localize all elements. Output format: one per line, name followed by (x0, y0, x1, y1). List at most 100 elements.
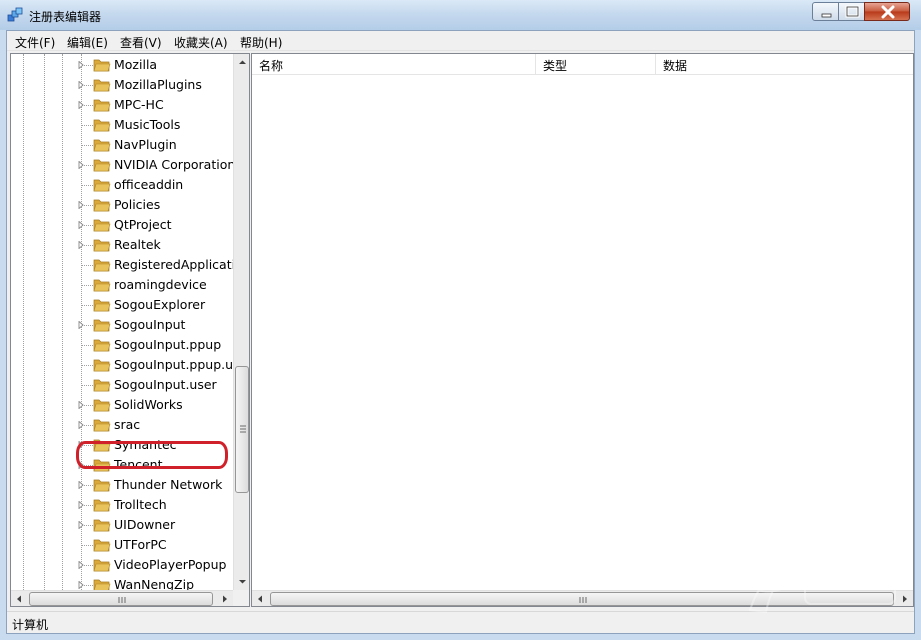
tree-item-label: SogouInput.user (114, 377, 217, 392)
tree-item[interactable]: Policies (11, 195, 233, 215)
tree-item[interactable]: MozillaPlugins (11, 75, 233, 95)
tree-item[interactable]: VideoPlayerPopup (11, 555, 233, 575)
title-bar: 注册表编辑器 (0, 0, 921, 30)
scroll-left-icon[interactable] (11, 591, 28, 607)
expand-arrow-icon[interactable] (77, 421, 85, 429)
tree-item-label: MusicTools (114, 117, 181, 132)
tree-item[interactable]: SogouExplorer (11, 295, 233, 315)
maximize-icon (845, 5, 860, 18)
folder-icon (93, 339, 111, 352)
scroll-down-icon[interactable] (234, 573, 250, 590)
tree-item[interactable]: RegisteredApplications (11, 255, 233, 275)
tree-item[interactable]: officeaddin (11, 175, 233, 195)
expand-arrow-icon[interactable] (77, 561, 85, 569)
expand-arrow-icon[interactable] (77, 161, 85, 169)
tree-item[interactable]: Thunder Network (11, 475, 233, 495)
close-button[interactable] (864, 2, 910, 21)
folder-icon (93, 219, 111, 232)
tree-item-label: SogouInput.ppup (114, 337, 222, 352)
column-header-label: 类型 (543, 59, 568, 73)
expand-arrow-icon[interactable] (77, 481, 85, 489)
tree-item[interactable]: QtProject (11, 215, 233, 235)
tree-item-label: QtProject (114, 217, 172, 232)
expand-arrow-icon[interactable] (77, 321, 85, 329)
values-list[interactable]: 名称 类型 数据 (251, 53, 914, 607)
tree-item[interactable]: SolidWorks (11, 395, 233, 415)
menu-edit[interactable]: 编辑(E) (67, 34, 108, 51)
folder-icon (93, 99, 111, 112)
column-header-name[interactable]: 名称 (252, 54, 536, 75)
tree-item-label: Thunder Network (114, 477, 223, 492)
column-header-label: 名称 (259, 59, 284, 73)
folder-icon (93, 579, 111, 590)
tree-vertical-scrollbar[interactable] (233, 54, 250, 590)
tree-item[interactable]: UTForPC (11, 535, 233, 555)
folder-icon (93, 299, 111, 312)
scroll-thumb[interactable] (235, 366, 249, 493)
scroll-left-icon[interactable] (252, 591, 269, 607)
scroll-up-icon[interactable] (234, 54, 250, 71)
folder-icon (93, 479, 111, 492)
watermark-logo (748, 566, 896, 614)
tree-item[interactable]: Realtek (11, 235, 233, 255)
expand-arrow-icon[interactable] (77, 581, 85, 589)
folder-icon (93, 419, 111, 432)
minimize-button[interactable] (812, 2, 839, 21)
tree-item[interactable]: Mozilla (11, 55, 233, 75)
folder-icon (93, 239, 111, 252)
tree-item-label: officeaddin (114, 177, 184, 192)
tree-item[interactable]: MPC-HC (11, 95, 233, 115)
tree-item-label: Trolltech (114, 497, 167, 512)
expand-arrow-icon[interactable] (77, 401, 85, 409)
folder-icon (93, 559, 111, 572)
expand-arrow-icon[interactable] (77, 201, 85, 209)
tree-item-label: SogouExplorer (114, 297, 206, 312)
window-client: 文件(F) 编辑(E) 查看(V) 收藏夹(A) 帮助(H) Mozilla Mo… (6, 30, 915, 634)
menu-favorites[interactable]: 收藏夹(A) (174, 34, 228, 51)
scroll-thumb[interactable] (29, 592, 213, 606)
tree-item[interactable]: NVIDIA Corporation (11, 155, 233, 175)
grip-icon (118, 597, 126, 603)
maximize-button[interactable] (838, 2, 865, 21)
tree-item[interactable]: roamingdevice (11, 275, 233, 295)
window-title: 注册表编辑器 (29, 10, 102, 24)
column-header-data[interactable]: 数据 (656, 54, 913, 75)
expand-arrow-icon[interactable] (77, 81, 85, 89)
column-header-type[interactable]: 类型 (536, 54, 656, 75)
close-icon (881, 5, 895, 19)
expand-arrow-icon[interactable] (77, 521, 85, 529)
tree-item-label: RegisteredApplications (114, 257, 233, 272)
minimize-icon (821, 13, 832, 18)
folder-icon (93, 359, 111, 372)
expand-arrow-icon[interactable] (77, 61, 85, 69)
tree-item-label: Mozilla (114, 57, 158, 72)
grip-icon (240, 425, 246, 433)
expand-arrow-icon[interactable] (77, 241, 85, 249)
menu-file[interactable]: 文件(F) (15, 34, 55, 51)
tree-item[interactable]: NavPlugin (11, 135, 233, 155)
tree-item[interactable]: SogouInput.ppup (11, 335, 233, 355)
expand-arrow-icon[interactable] (77, 101, 85, 109)
tree-item[interactable]: SogouInput (11, 315, 233, 335)
tree-item[interactable]: SogouInput.ppup.user (11, 355, 233, 375)
expand-arrow-icon[interactable] (77, 221, 85, 229)
tree-item[interactable]: WanNengZip (11, 575, 233, 590)
tree-item-label: NavPlugin (114, 137, 177, 152)
folder-icon (93, 519, 111, 532)
tree-item[interactable]: MusicTools (11, 115, 233, 135)
registry-tree[interactable]: Mozilla MozillaPlugins MPC-HC MusicTools Nav… (10, 53, 250, 607)
tree-item[interactable]: SogouInput.user (11, 375, 233, 395)
menu-view[interactable]: 查看(V) (120, 34, 162, 51)
tree-item-label: UIDowner (114, 517, 176, 532)
tree-item[interactable]: UIDowner (11, 515, 233, 535)
tree-item-label: NVIDIA Corporation (114, 157, 233, 172)
menu-help[interactable]: 帮助(H) (240, 34, 282, 51)
tree-item-label: Realtek (114, 237, 161, 252)
menu-bar: 文件(F) 编辑(E) 查看(V) 收藏夹(A) 帮助(H) (7, 31, 914, 51)
tree-item[interactable]: srac (11, 415, 233, 435)
expand-arrow-icon[interactable] (77, 501, 85, 509)
status-path: 计算机 (12, 618, 49, 632)
tree-item[interactable]: Trolltech (11, 495, 233, 515)
scroll-right-icon[interactable] (216, 591, 233, 607)
tree-horizontal-scrollbar[interactable] (11, 590, 233, 607)
